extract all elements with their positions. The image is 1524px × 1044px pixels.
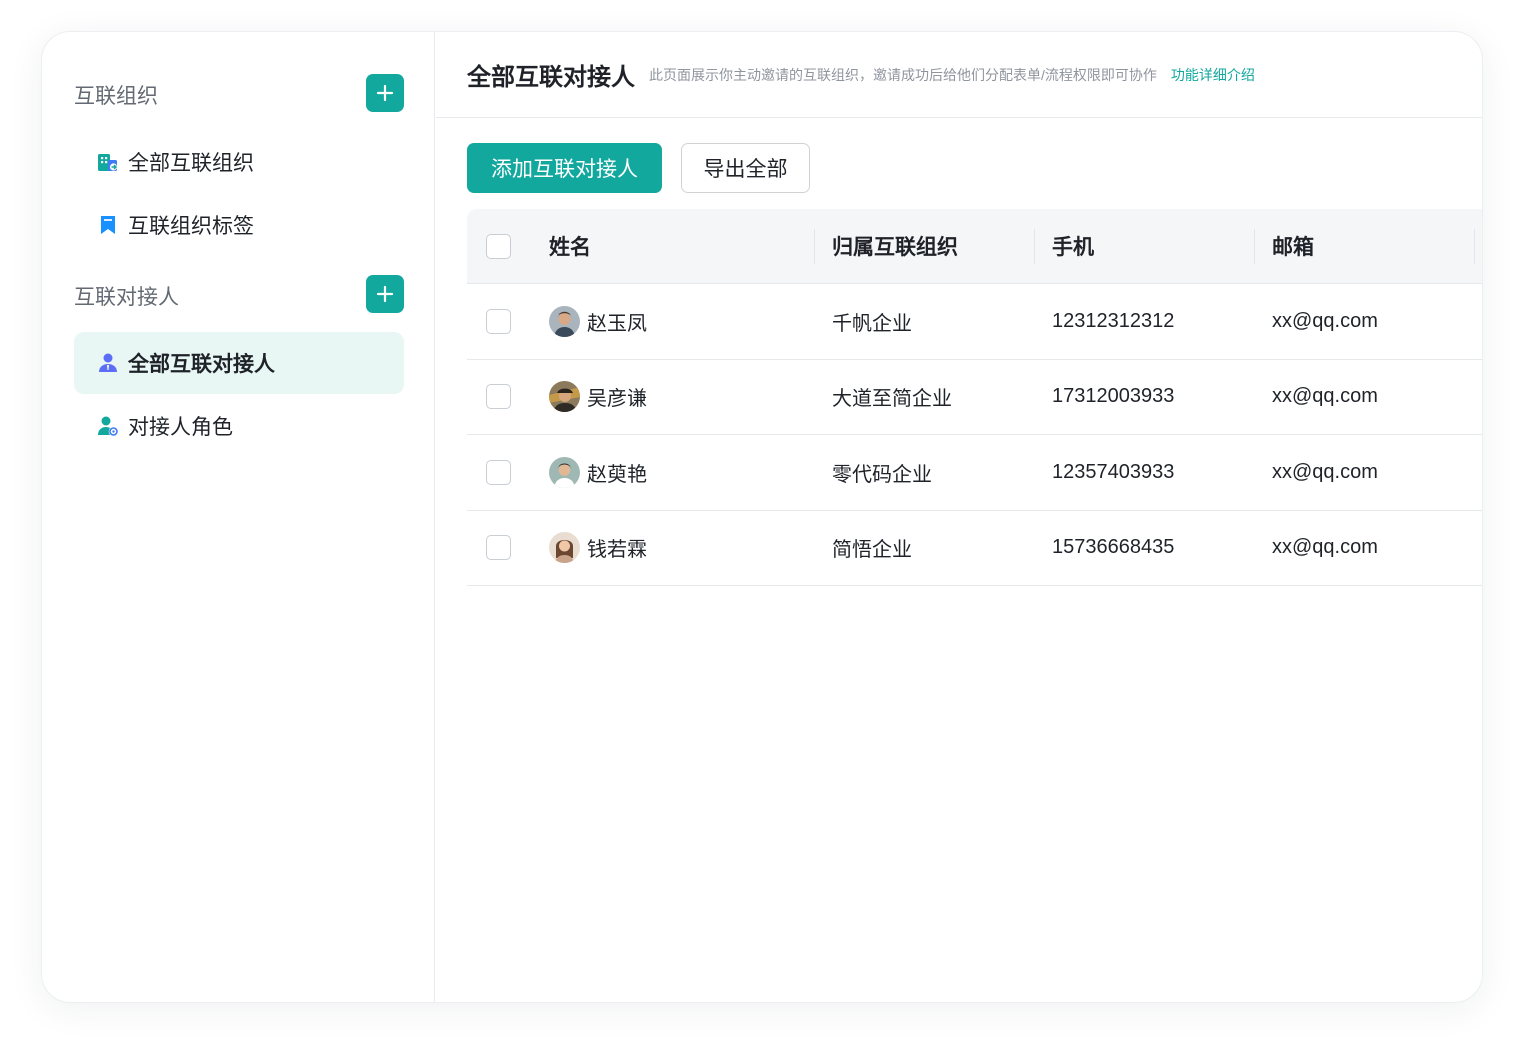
org-group-title: 互联组织 xyxy=(74,85,158,108)
avatar xyxy=(549,305,580,337)
sidebar-item-label: 全部互联对接人 xyxy=(128,353,275,376)
bookmark-icon xyxy=(96,213,120,237)
org-cell: 简悟企业 xyxy=(832,539,912,562)
column-divider[interactable] xyxy=(1034,229,1035,264)
building-icon xyxy=(96,150,120,174)
row-checkbox[interactable] xyxy=(486,308,511,334)
select-all-checkbox[interactable] xyxy=(486,233,511,259)
phone-cell: 15736668435 xyxy=(1052,536,1175,559)
page-title: 全部互联对接人 xyxy=(467,64,635,91)
sidebar-item-label: 互联组织标签 xyxy=(128,215,254,238)
plus-icon xyxy=(376,84,394,102)
sidebar-item-label: 对接人角色 xyxy=(128,416,233,439)
column-divider[interactable] xyxy=(814,229,815,264)
user-role-icon xyxy=(96,414,120,438)
org-cell: 零代码企业 xyxy=(832,463,932,486)
page-description: 此页面展示你主动邀请的互联组织，邀请成功后给他们分配表单/流程权限即可协作 xyxy=(649,66,1157,83)
sidebar-item-label: 全部互联组织 xyxy=(128,152,254,175)
column-header-org[interactable]: 归属互联组织 xyxy=(832,231,958,261)
org-cell: 千帆企业 xyxy=(832,312,912,335)
table-header: 姓名 归属互联组织 手机 邮箱 xyxy=(467,209,1482,284)
email-cell: xx@qq.com xyxy=(1272,460,1378,483)
contact-name: 赵萸艳 xyxy=(587,463,647,486)
email-cell: xx@qq.com xyxy=(1272,385,1378,408)
sidebar-item-all-contacts[interactable]: 全部互联对接人 xyxy=(74,332,404,394)
sidebar: 互联组织 全部互联组织 互联组织标签 互联对接人 全部互联对接人 对接人角色 xyxy=(42,32,435,1002)
row-checkbox[interactable] xyxy=(486,384,511,410)
name-cell: 赵萸艳 xyxy=(549,456,647,488)
phone-cell: 17312003933 xyxy=(1052,385,1175,408)
app-window: 互联组织 全部互联组织 互联组织标签 互联对接人 全部互联对接人 对接人角色 全… xyxy=(42,32,1482,1002)
column-divider[interactable] xyxy=(1474,229,1475,264)
page-header: 全部互联对接人 此页面展示你主动邀请的互联组织，邀请成功后给他们分配表单/流程权… xyxy=(436,32,1482,118)
column-header-phone[interactable]: 手机 xyxy=(1052,231,1094,261)
contacts-table: 姓名 归属互联组织 手机 邮箱 赵玉凤 千帆企业 12312312312 xx@… xyxy=(467,209,1482,586)
sidebar-item-contact-roles[interactable]: 对接人角色 xyxy=(74,395,404,457)
column-divider[interactable] xyxy=(1254,229,1255,264)
table-row[interactable]: 钱若霖 简悟企业 15736668435 xx@qq.com xyxy=(467,511,1482,586)
name-cell: 吴彦谦 xyxy=(549,381,647,413)
user-icon xyxy=(96,351,120,375)
column-header-email[interactable]: 邮箱 xyxy=(1272,231,1314,261)
email-cell: xx@qq.com xyxy=(1272,309,1378,332)
export-all-button[interactable]: 导出全部 xyxy=(681,143,810,193)
table-row[interactable]: 赵萸艳 零代码企业 12357403933 xx@qq.com xyxy=(467,435,1482,511)
add-contact-button[interactable]: 添加互联对接人 xyxy=(467,143,662,193)
name-cell: 钱若霖 xyxy=(549,532,647,564)
sidebar-item-org-tags[interactable]: 互联组织标签 xyxy=(74,194,404,256)
column-header-name[interactable]: 姓名 xyxy=(549,231,591,261)
plus-icon xyxy=(376,285,394,303)
row-checkbox[interactable] xyxy=(486,459,511,485)
name-cell: 赵玉凤 xyxy=(549,305,647,337)
feature-intro-link[interactable]: 功能详细介绍 xyxy=(1171,65,1255,85)
avatar xyxy=(549,532,580,564)
contact-group-title: 互联对接人 xyxy=(74,286,179,309)
sidebar-item-all-orgs[interactable]: 全部互联组织 xyxy=(74,131,404,193)
avatar xyxy=(549,456,580,488)
add-contact-group-button[interactable] xyxy=(366,275,404,313)
main-content: 全部互联对接人 此页面展示你主动邀请的互联组织，邀请成功后给他们分配表单/流程权… xyxy=(436,32,1482,1002)
table-row[interactable]: 吴彦谦 大道至简企业 17312003933 xx@qq.com xyxy=(467,360,1482,435)
contact-name: 钱若霖 xyxy=(587,539,647,562)
phone-cell: 12312312312 xyxy=(1052,309,1175,332)
contact-name: 赵玉凤 xyxy=(587,312,647,335)
phone-cell: 12357403933 xyxy=(1052,460,1175,483)
table-row[interactable]: 赵玉凤 千帆企业 12312312312 xx@qq.com xyxy=(467,284,1482,360)
org-cell: 大道至简企业 xyxy=(832,388,952,411)
add-org-button[interactable] xyxy=(366,74,404,112)
contact-name: 吴彦谦 xyxy=(587,388,647,411)
avatar xyxy=(549,381,580,413)
row-checkbox[interactable] xyxy=(486,535,511,561)
email-cell: xx@qq.com xyxy=(1272,536,1378,559)
